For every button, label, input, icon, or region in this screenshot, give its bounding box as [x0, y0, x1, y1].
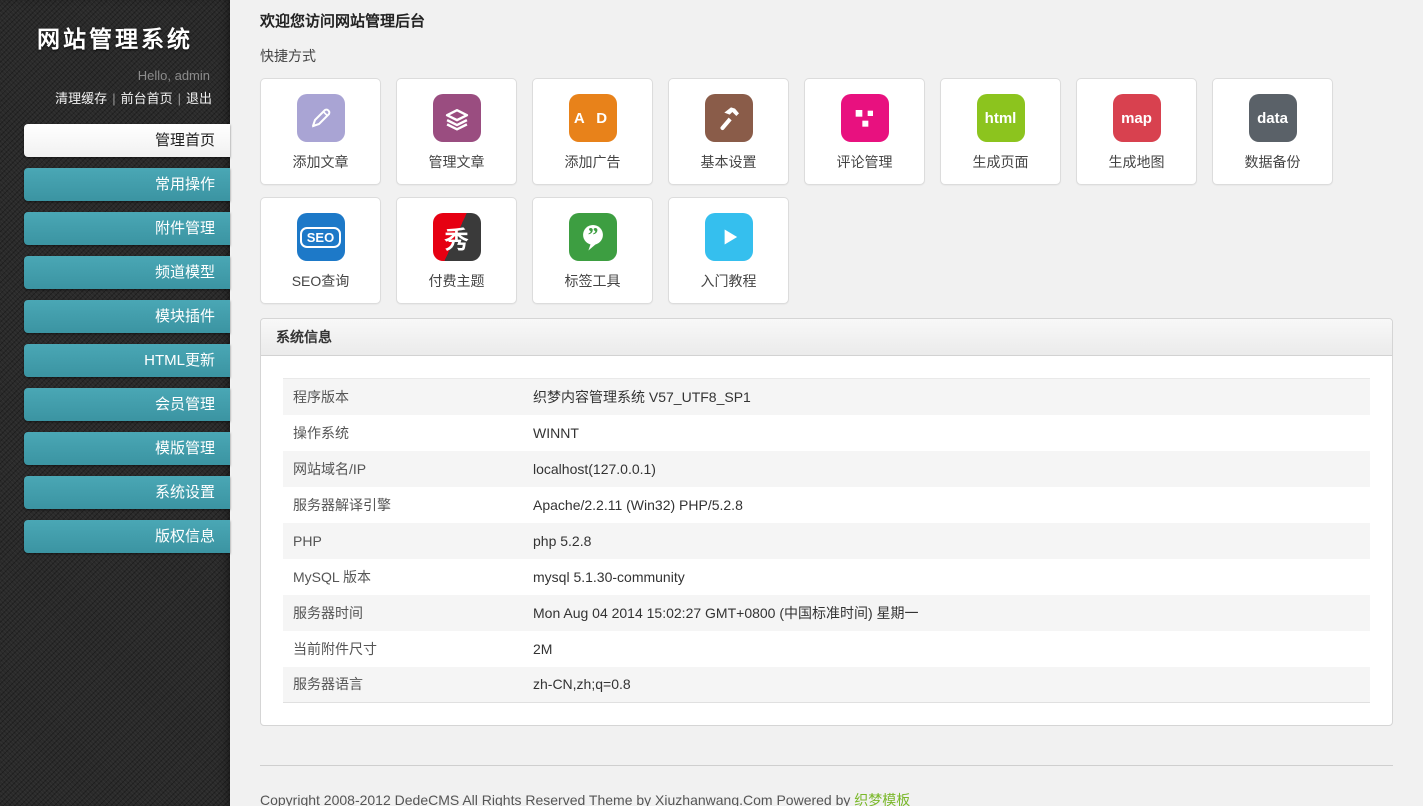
sidebar-nav: 管理首页 常用操作 附件管理 频道模型 模块插件 HTML更新 会员管理 模版管… — [0, 124, 230, 553]
table-row: PHP php 5.2.8 — [283, 523, 1370, 559]
shortcut-add-article[interactable]: 添加文章 — [260, 78, 381, 185]
shortcut-beginner-tutorial[interactable]: 入门教程 — [668, 197, 789, 304]
separator: | — [178, 91, 181, 106]
shortcut-add-ad[interactable]: A D 添加广告 — [532, 78, 653, 185]
info-label: 服务器解译引擎 — [283, 487, 523, 523]
shortcut-generate-pages[interactable]: html 生成页面 — [940, 78, 1061, 185]
sidebar-item-attachments[interactable]: 附件管理 — [24, 212, 230, 245]
data-icon: data — [1249, 94, 1297, 142]
card-label: 基本设置 — [701, 152, 757, 172]
sidebar-item-system-settings[interactable]: 系统设置 — [24, 476, 230, 509]
main-content: 欢迎您访问网站管理后台 快捷方式 添加文章 — [230, 0, 1423, 806]
info-label: PHP — [283, 523, 523, 559]
shortcut-basic-settings[interactable]: 基本设置 — [668, 78, 789, 185]
clear-cache-link[interactable]: 清理缓存 — [55, 91, 107, 106]
top-links: 清理缓存 | 前台首页 | 退出 — [0, 88, 230, 107]
panel-body: 程序版本 织梦内容管理系统 V57_UTF8_SP1 操作系统 WINNT 网站… — [261, 356, 1392, 725]
card-label: 生成地图 — [1109, 152, 1165, 172]
sidebar-item-common-actions[interactable]: 常用操作 — [24, 168, 230, 201]
footer: Copyright 2008-2012 DedeCMS All Rights R… — [260, 765, 1393, 806]
card-label: 添加广告 — [565, 152, 621, 172]
panel-title: 系统信息 — [261, 319, 1392, 356]
hammer-icon — [705, 94, 753, 142]
info-label: 操作系统 — [283, 415, 523, 451]
card-label: 数据备份 — [1245, 152, 1301, 172]
sidebar-item-members[interactable]: 会员管理 — [24, 388, 230, 421]
info-label: MySQL 版本 — [283, 559, 523, 595]
sidebar-item-copyright-info[interactable]: 版权信息 — [24, 520, 230, 553]
table-row: 网站域名/IP localhost(127.0.0.1) — [283, 451, 1370, 487]
sidebar: 网站管理系统 Hello, admin 清理缓存 | 前台首页 | 退出 管理首页 常用… — [0, 0, 230, 806]
shortcut-data-backup[interactable]: data 数据备份 — [1212, 78, 1333, 185]
books-icon — [433, 94, 481, 142]
logout-link[interactable]: 退出 — [186, 91, 212, 106]
info-value: 2M — [523, 631, 1370, 667]
table-row: 操作系统 WINNT — [283, 415, 1370, 451]
table-row: 服务器语言 zh-CN,zh;q=0.8 — [283, 667, 1370, 703]
comment-squares-icon — [841, 94, 889, 142]
system-info-panel: 系统信息 程序版本 织梦内容管理系统 V57_UTF8_SP1 操作系统 WIN… — [260, 318, 1393, 726]
info-value: Apache/2.2.11 (Win32) PHP/5.2.8 — [523, 487, 1370, 523]
shortcut-comment-management[interactable]: 评论管理 — [804, 78, 925, 185]
system-info-table: 程序版本 织梦内容管理系统 V57_UTF8_SP1 操作系统 WINNT 网站… — [283, 378, 1370, 703]
sidebar-item-html-update[interactable]: HTML更新 — [24, 344, 230, 377]
card-label: SEO查询 — [292, 271, 350, 291]
info-value: php 5.2.8 — [523, 523, 1370, 559]
card-label: 付费主题 — [429, 271, 485, 291]
info-label: 网站域名/IP — [283, 451, 523, 487]
card-label: 入门教程 — [701, 271, 757, 291]
info-value: mysql 5.1.30-community — [523, 559, 1370, 595]
info-value: Mon Aug 04 2014 15:02:27 GMT+0800 (中国标准时… — [523, 595, 1370, 631]
sidebar-item-module-plugins[interactable]: 模块插件 — [24, 300, 230, 333]
copyright-text: Copyright 2008-2012 DedeCMS All Rights R… — [260, 792, 850, 806]
info-label: 服务器语言 — [283, 667, 523, 703]
card-label: 标签工具 — [565, 271, 621, 291]
separator: | — [112, 91, 115, 106]
ad-icon: A D — [569, 94, 617, 142]
shortcut-seo-query[interactable]: SEO SEO查询 — [260, 197, 381, 304]
card-label: 添加文章 — [293, 152, 349, 172]
info-value: localhost(127.0.0.1) — [523, 451, 1370, 487]
table-row: MySQL 版本 mysql 5.1.30-community — [283, 559, 1370, 595]
front-home-link[interactable]: 前台首页 — [121, 91, 173, 106]
xiu-icon: 秀 — [433, 213, 481, 261]
theme-link[interactable]: 织梦模板 — [854, 792, 910, 806]
card-label: 生成页面 — [973, 152, 1029, 172]
app-title: 网站管理系统 — [0, 20, 230, 54]
seo-icon: SEO — [297, 213, 345, 261]
table-row: 当前附件尺寸 2M — [283, 631, 1370, 667]
quote-bubble-icon: ” — [569, 213, 617, 261]
info-value: WINNT — [523, 415, 1370, 451]
table-row: 服务器解译引擎 Apache/2.2.11 (Win32) PHP/5.2.8 — [283, 487, 1370, 523]
shortcut-paid-themes[interactable]: 秀 付费主题 — [396, 197, 517, 304]
info-label: 服务器时间 — [283, 595, 523, 631]
sidebar-item-templates[interactable]: 模版管理 — [24, 432, 230, 465]
sidebar-item-channel-models[interactable]: 频道模型 — [24, 256, 230, 289]
table-row: 服务器时间 Mon Aug 04 2014 15:02:27 GMT+0800 … — [283, 595, 1370, 631]
shortcuts-title: 快捷方式 — [260, 46, 1393, 66]
shortcut-manage-articles[interactable]: 管理文章 — [396, 78, 517, 185]
shortcut-generate-sitemap[interactable]: map 生成地图 — [1076, 78, 1197, 185]
info-value: 织梦内容管理系统 V57_UTF8_SP1 — [523, 379, 1370, 415]
welcome-title: 欢迎您访问网站管理后台 — [260, 0, 1393, 31]
sidebar-item-admin-home[interactable]: 管理首页 — [24, 124, 230, 157]
card-label: 管理文章 — [429, 152, 485, 172]
play-icon — [705, 213, 753, 261]
html-icon: html — [977, 94, 1025, 142]
table-row: 程序版本 织梦内容管理系统 V57_UTF8_SP1 — [283, 379, 1370, 415]
pencil-icon — [297, 94, 345, 142]
info-label: 当前附件尺寸 — [283, 631, 523, 667]
info-value: zh-CN,zh;q=0.8 — [523, 667, 1370, 703]
map-icon: map — [1113, 94, 1161, 142]
greeting-text: Hello, admin — [0, 68, 230, 83]
shortcut-grid: 添加文章 管理文章 A D 添加广告 — [260, 78, 1400, 316]
info-label: 程序版本 — [283, 379, 523, 415]
shortcut-tag-tools[interactable]: ” 标签工具 — [532, 197, 653, 304]
card-label: 评论管理 — [837, 152, 893, 172]
svg-text:”: ” — [587, 223, 598, 247]
